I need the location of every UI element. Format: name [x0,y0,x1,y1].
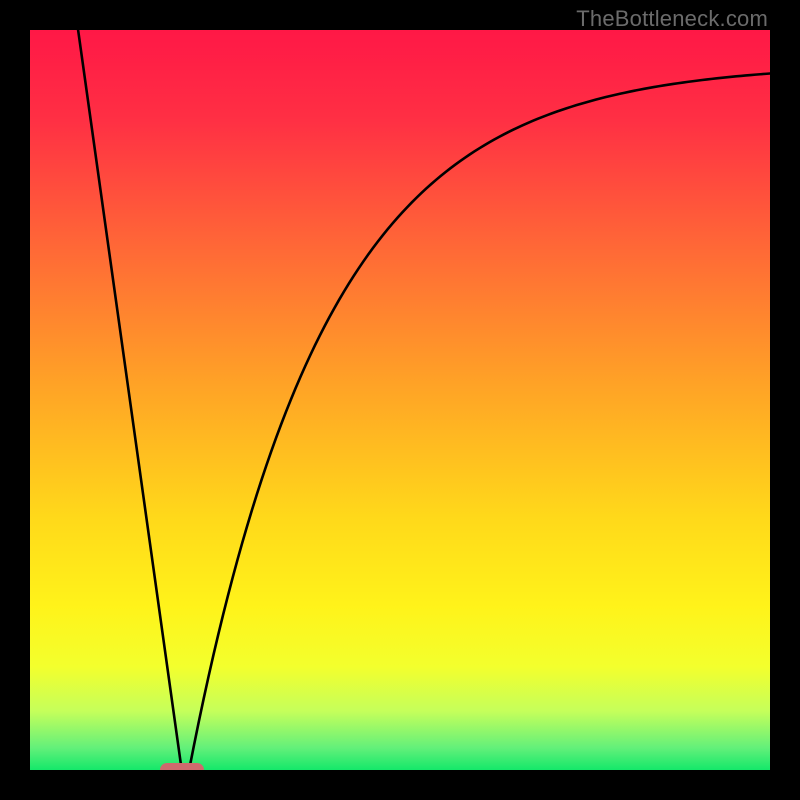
watermark-text: TheBottleneck.com [576,6,768,32]
chart-frame: TheBottleneck.com [0,0,800,800]
plot-area [30,30,770,770]
bottleneck-curve [30,30,770,770]
optimal-point-marker [160,763,204,770]
